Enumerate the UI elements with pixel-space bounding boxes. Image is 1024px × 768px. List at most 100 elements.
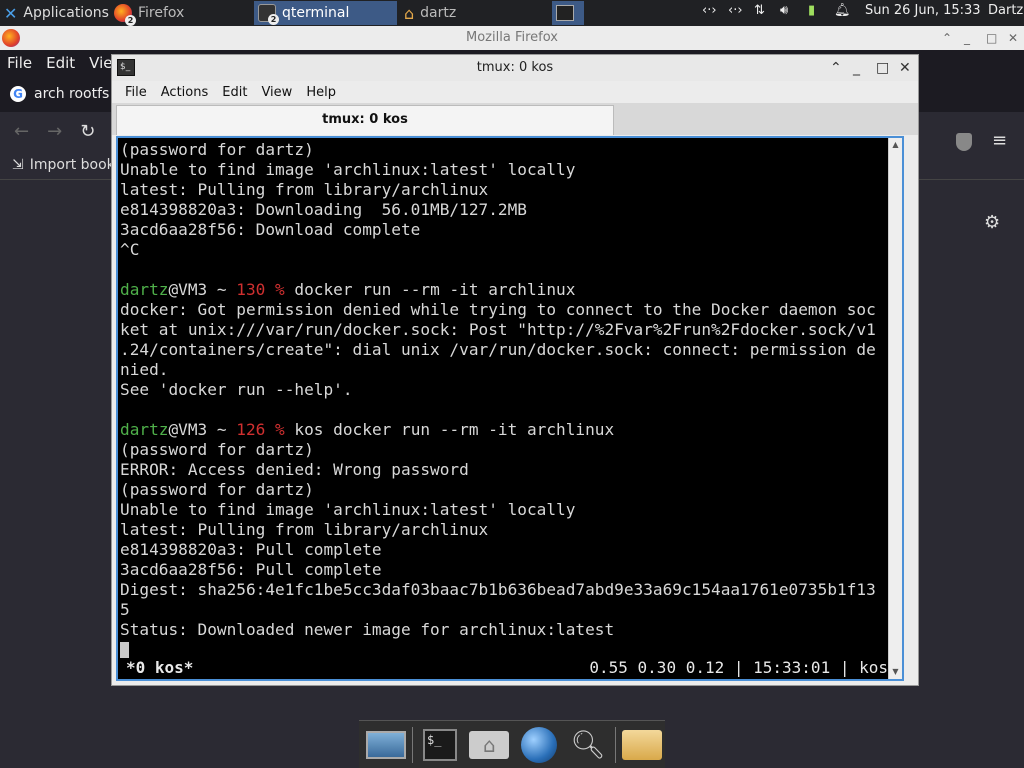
forward-icon[interactable]: →: [47, 121, 62, 142]
maximize-icon[interactable]: □: [876, 55, 889, 81]
terminal-line: ket at unix:///var/run/docker.sock: Post…: [120, 320, 900, 340]
scroll-up-icon[interactable]: ▲: [889, 138, 902, 152]
workspace-switcher[interactable]: [552, 1, 584, 25]
terminal-line: 3acd6aa28f56: Pull complete: [120, 560, 900, 580]
xfce-logo-icon: ✕: [4, 3, 18, 23]
shade-icon[interactable]: _: [964, 26, 970, 50]
ublock-icon[interactable]: [956, 133, 972, 151]
shade-icon[interactable]: _: [853, 55, 860, 81]
terminal-icon: $_: [117, 59, 135, 76]
settings-gear-icon[interactable]: ⚙: [984, 212, 1000, 233]
clock[interactable]: Sun 26 Jun, 15:33: [865, 3, 981, 18]
close-icon[interactable]: ✕: [1008, 26, 1018, 50]
scroll-down-icon[interactable]: ▼: [889, 665, 902, 679]
home-folder-icon: ⌂: [404, 3, 415, 23]
prompt-host: @VM3 ~: [168, 280, 237, 299]
terminal-line: (password for dartz): [120, 480, 900, 500]
dock-search-button[interactable]: 🔍︎: [565, 724, 610, 766]
taskbar-firefox-label: Firefox: [138, 5, 185, 21]
tmux-window-label: *0 kos*: [126, 658, 194, 677]
output-text: Digest: sha256:4e1fc1be5cc3daf03baac7b1b…: [120, 580, 876, 599]
command-text: kos docker run --rm -it archlinux: [284, 420, 615, 439]
terminal-line: Unable to find image 'archlinux:latest' …: [120, 160, 900, 180]
import-bookmarks-link[interactable]: Import book: [30, 157, 115, 173]
minimize-icon[interactable]: ⌃: [942, 26, 952, 50]
text-cursor: [120, 642, 129, 658]
network-icon[interactable]: ‹·›: [702, 3, 717, 18]
transfer-arrows-icon[interactable]: ⇅: [754, 3, 765, 18]
terminal-line: dartz@VM3 ~ 126 % kos docker run --rm -i…: [120, 420, 900, 440]
network-icon[interactable]: ‹·›: [728, 3, 743, 18]
prompt-exit-code: 130 %: [236, 280, 285, 299]
taskbar-files-button[interactable]: ⌂ dartz: [400, 1, 542, 25]
qt-menu-edit[interactable]: Edit: [215, 85, 254, 100]
qt-menu-help[interactable]: Help: [299, 85, 343, 100]
output-text: Unable to find image 'archlinux:latest' …: [120, 500, 576, 519]
dock-separator: [412, 726, 414, 763]
close-icon[interactable]: ✕: [899, 55, 911, 81]
firefox-tab[interactable]: arch rootfs: [34, 86, 109, 102]
minimize-icon[interactable]: ⌃: [830, 55, 842, 81]
output-text: e814398820a3: Downloading 56.01MB/127.2M…: [120, 200, 527, 219]
qterminal-window: $_ tmux: 0 kos ⌃ _ □ ✕ File Actions Edit…: [111, 54, 919, 686]
applications-menu-button[interactable]: ✕ Applications: [0, 1, 113, 25]
taskbar-firefox-button[interactable]: 2 Firefox: [110, 1, 252, 26]
output-text: ket at unix:///var/run/docker.sock: Post…: [120, 320, 876, 339]
maximize-icon[interactable]: □: [986, 26, 997, 50]
volume-icon[interactable]: 🔊︎: [780, 3, 788, 18]
output-text: (password for dartz): [120, 140, 314, 159]
terminal-scrollbar[interactable]: ▲ ▼: [888, 138, 902, 679]
qterminal-menubar: File Actions Edit View Help: [112, 81, 918, 103]
folder-icon: [622, 729, 663, 760]
output-text: 5: [120, 600, 130, 619]
terminal-line: docker: Got permission denied while tryi…: [120, 300, 900, 320]
user-menu[interactable]: Dartz: [988, 3, 1023, 18]
qt-menu-actions[interactable]: Actions: [154, 85, 216, 100]
import-icon: ⇲: [12, 156, 24, 173]
hamburger-menu-icon[interactable]: ≡: [992, 130, 1007, 151]
terminal-line: 5: [120, 600, 900, 620]
output-text: See 'docker run --help'.: [120, 380, 353, 399]
dock-browser-button[interactable]: [516, 724, 561, 766]
dock-home-button[interactable]: ⌂: [467, 724, 512, 766]
output-text: (password for dartz): [120, 440, 314, 459]
battery-icon[interactable]: ▮: [808, 3, 815, 18]
output-text: Status: Downloaded newer image for archl…: [120, 620, 615, 639]
desktop-icon: [365, 730, 406, 759]
output-text: docker: Got permission denied while tryi…: [120, 300, 876, 319]
terminal-line: [120, 640, 900, 660]
reload-icon[interactable]: ↻: [80, 121, 95, 142]
firefox-menu-file[interactable]: File: [7, 54, 32, 72]
web-browser-icon: [520, 726, 557, 763]
terminal-line: Status: Downloaded newer image for archl…: [120, 620, 900, 640]
prompt-exit-code: 126 %: [236, 420, 285, 439]
dock-terminal-button[interactable]: $_: [417, 724, 462, 766]
firefox-menu-edit[interactable]: Edit: [46, 54, 75, 72]
dock-folder-button[interactable]: [620, 724, 665, 766]
terminal-line: ^C: [120, 240, 900, 260]
terminal-view[interactable]: (password for dartz) Unable to find image…: [116, 136, 904, 681]
taskbar-qterminal-button[interactable]: 2 qterminal: [254, 1, 397, 25]
search-icon: 🔍︎: [570, 728, 606, 761]
firefox-icon: [2, 29, 20, 47]
command-text: docker run --rm -it archlinux: [284, 280, 576, 299]
qt-menu-view[interactable]: View: [254, 85, 299, 100]
notification-bell-icon[interactable]: 🔔︎: [834, 3, 851, 18]
qterminal-window-title: tmux: 0 kos: [476, 60, 554, 75]
qterminal-tab[interactable]: tmux: 0 kos: [116, 105, 614, 135]
applications-label: Applications: [23, 5, 109, 21]
qt-menu-file[interactable]: File: [118, 85, 154, 100]
back-icon[interactable]: ←: [14, 121, 29, 142]
dock-desktop-button[interactable]: [363, 724, 408, 766]
home-folder-icon: ⌂: [469, 730, 510, 759]
taskbar-qterminal-label: qterminal: [282, 5, 350, 21]
output-text: 3acd6aa28f56: Download complete: [120, 220, 421, 239]
tmux-statusbar: *0 kos* 0.55 0.30 0.12 | 15:33:01 | kos: [118, 658, 898, 678]
dock: $_ ⌂ 🔍︎: [359, 720, 665, 768]
terminal-line: e814398820a3: Pull complete: [120, 540, 900, 560]
output-text: Unable to find image 'archlinux:latest' …: [120, 160, 576, 179]
terminal-line: .24/containers/create": dial unix /var/r…: [120, 340, 900, 360]
qterminal-window-count: 2: [268, 14, 279, 25]
